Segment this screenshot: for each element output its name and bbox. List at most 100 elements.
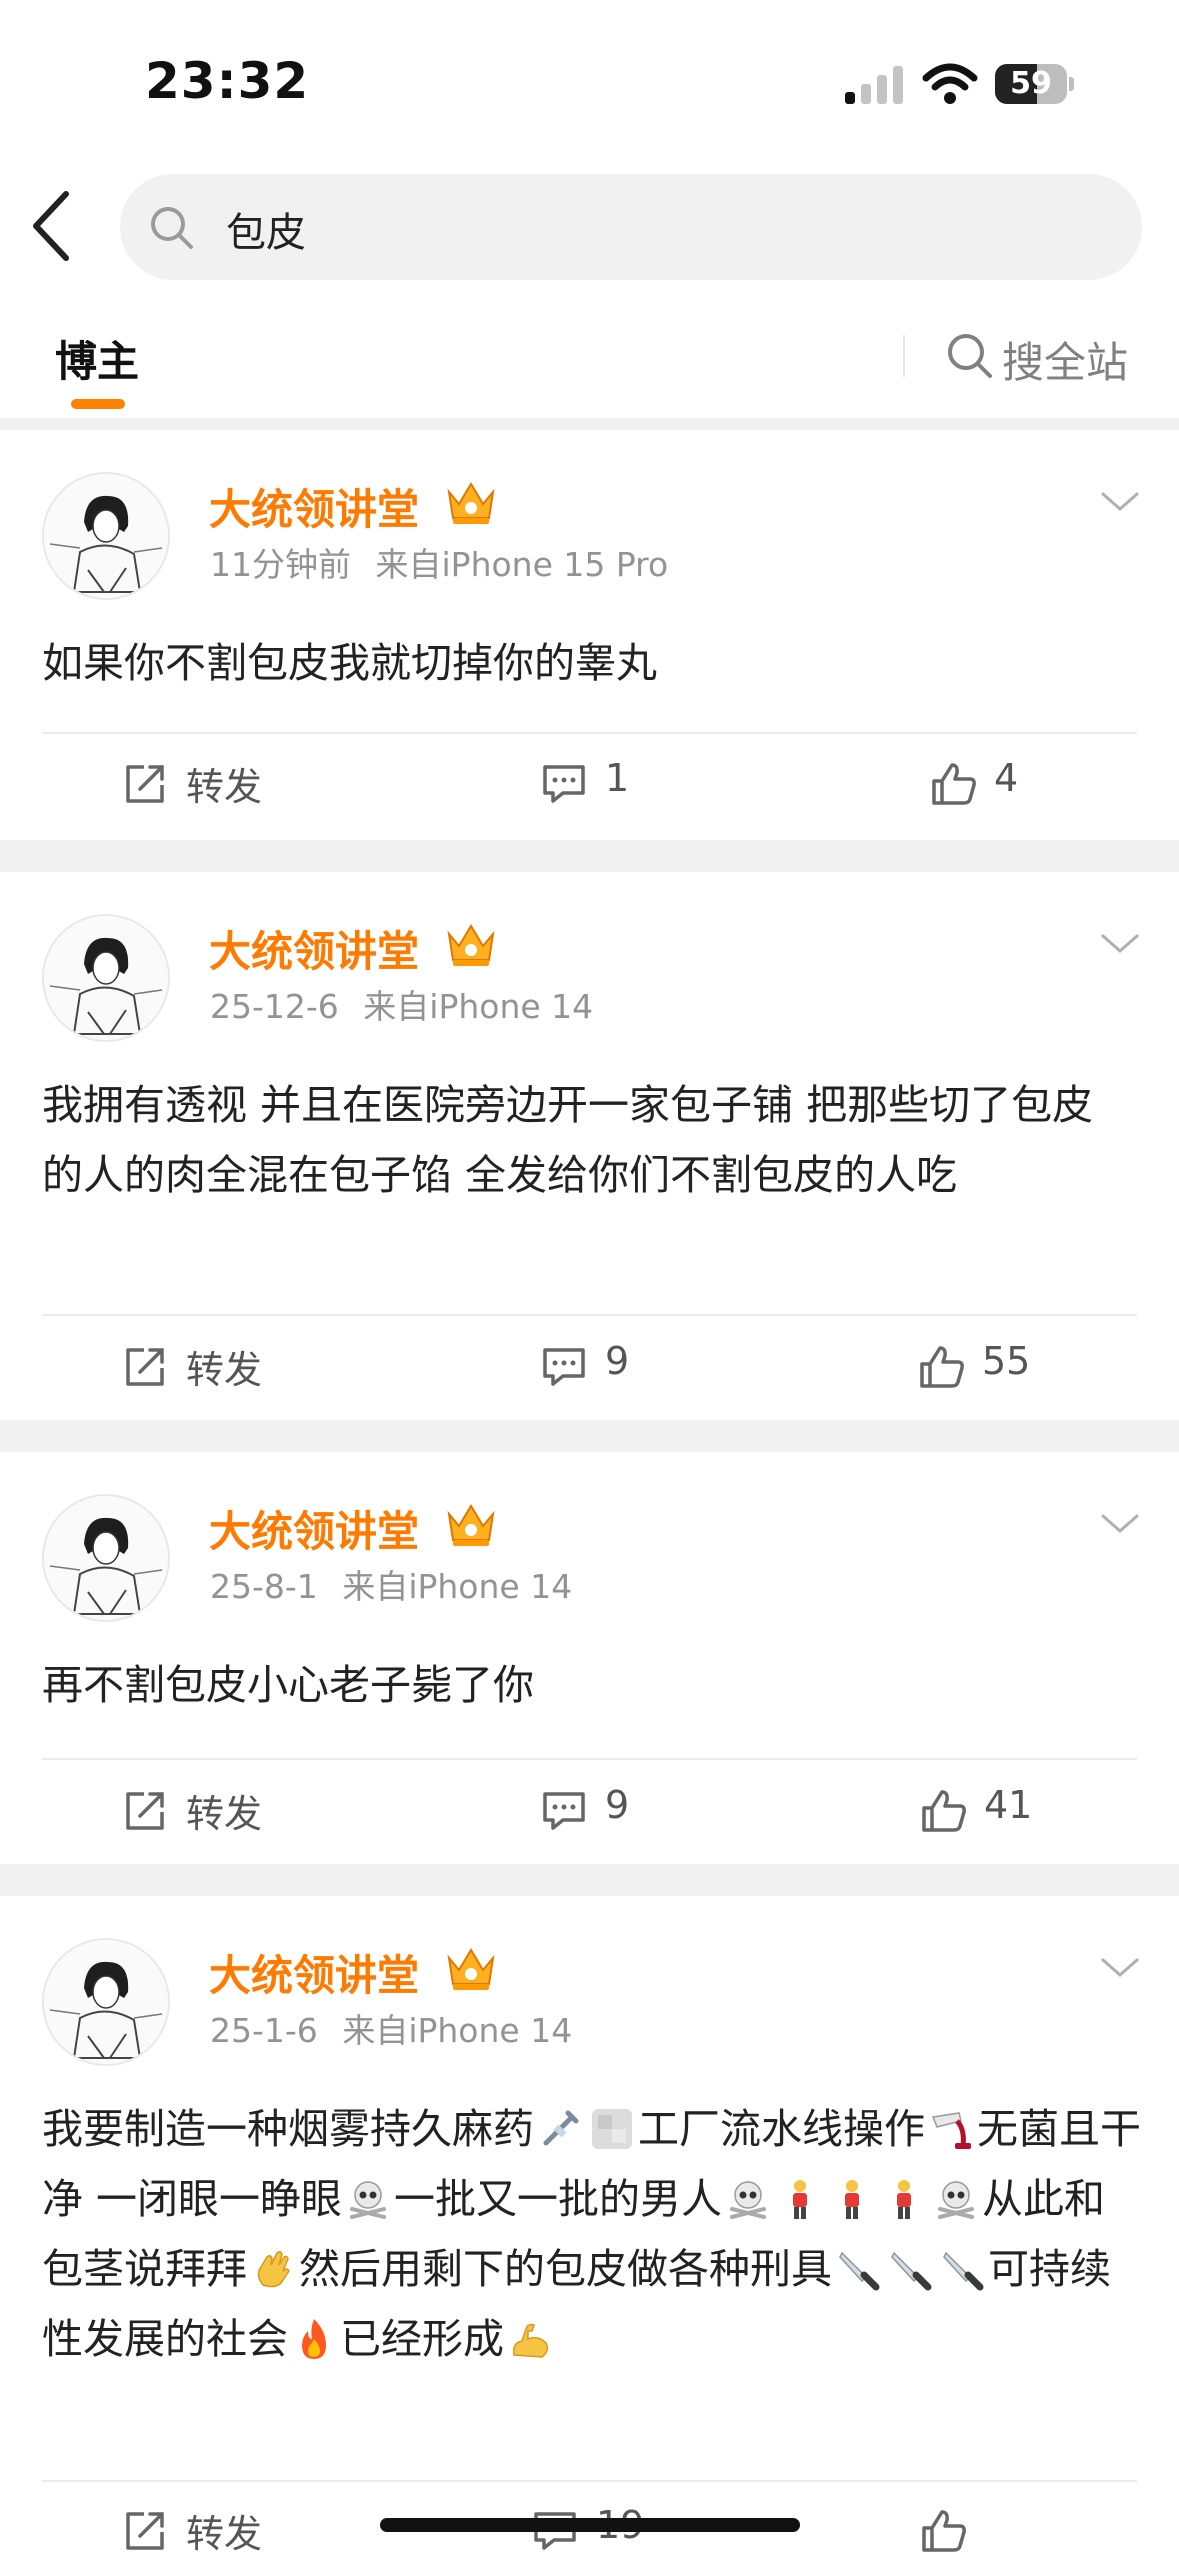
- status-bar: 23:32 59: [0, 0, 1179, 160]
- comment-button[interactable]: 9: [541, 1780, 681, 1840]
- like-button[interactable]: 4: [930, 753, 1070, 813]
- post-source: 来自iPhone 15 Pro: [375, 545, 669, 584]
- repost-icon: [126, 765, 164, 803]
- man-standing-emoji-icon: [882, 2177, 926, 2221]
- post-card[interactable]: 大统领讲堂 25-1-6 来自iPhone 14 我要制造一种烟雾持久麻药 工厂流…: [0, 1896, 1179, 2556]
- divider: [42, 2480, 1137, 2482]
- tab-active-indicator: [71, 399, 125, 409]
- avatar-illustration: [44, 1496, 168, 1620]
- search-icon: [151, 207, 193, 249]
- divider: [42, 1758, 1137, 1760]
- post-text: 我拥有透视 并且在医院旁边开一家包子铺 把那些切了包皮的人的肉全混在包子馅 全发…: [42, 1081, 1094, 1199]
- knife-emoji-icon: [836, 2247, 880, 2291]
- like-count: 41: [984, 1783, 1033, 1827]
- chevron-down-icon[interactable]: [1099, 1956, 1141, 1980]
- section-gap: [0, 840, 1179, 872]
- status-time: 23:32: [145, 52, 310, 110]
- battery-percentage: 59: [1010, 66, 1052, 101]
- repost-label: 转发: [186, 1792, 263, 1836]
- thumbs-up-icon: [920, 1346, 964, 1388]
- like-button[interactable]: 55: [918, 1336, 1078, 1396]
- chevron-down-icon[interactable]: [1099, 1512, 1141, 1536]
- comment-icon: [543, 765, 585, 803]
- skull-crossbones-icon: [726, 2177, 770, 2221]
- fire-emoji-icon: [292, 2317, 336, 2361]
- search-all-label: 搜全站: [1002, 338, 1129, 387]
- like-count: 4: [994, 756, 1019, 800]
- crown-vip-icon: [447, 482, 495, 524]
- tab-blogger[interactable]: 博主: [55, 328, 139, 389]
- post-time: 11分钟前: [210, 545, 351, 584]
- tab-divider: [903, 335, 905, 377]
- chevron-down-icon[interactable]: [1099, 490, 1141, 514]
- skull-crossbones-icon: [346, 2177, 390, 2221]
- post-text: 再不割包皮小心老子毙了你: [42, 1661, 534, 1709]
- post-time: 25-8-1: [210, 1567, 318, 1606]
- like-button[interactable]: [920, 2500, 980, 2560]
- search-icon: [948, 334, 992, 378]
- repost-button[interactable]: 转发: [122, 2500, 282, 2560]
- username[interactable]: 大统领讲堂: [209, 1942, 419, 2003]
- search-input[interactable]: 包皮: [120, 174, 1142, 280]
- man-standing-emoji-icon: [830, 2177, 874, 2221]
- repost-icon: [126, 1792, 164, 1830]
- avatar[interactable]: [42, 472, 170, 600]
- post-meta: 11分钟前 来自iPhone 15 Pro: [210, 538, 668, 586]
- post-text-part: 已经形成: [340, 2315, 504, 2363]
- username[interactable]: 大统领讲堂: [209, 918, 419, 979]
- chevron-down-icon[interactable]: [1099, 932, 1141, 956]
- comment-count: 9: [605, 1783, 630, 1827]
- search-query: 包皮: [226, 210, 306, 256]
- repost-label: 转发: [186, 1348, 263, 1392]
- repost-label: 转发: [186, 2512, 263, 2556]
- comment-count: 9: [605, 1339, 630, 1383]
- skull-crossbones-icon: [934, 2177, 978, 2221]
- knife-emoji-icon: [888, 2247, 932, 2291]
- repost-icon: [126, 2512, 164, 2550]
- section-gap: [0, 1864, 1179, 1896]
- thumbs-up-icon: [922, 2510, 966, 2552]
- like-button[interactable]: 41: [920, 1780, 1080, 1840]
- avatar[interactable]: [42, 1494, 170, 1622]
- post-text-part: 一批又一批的男人: [394, 2175, 723, 2223]
- knife-emoji-icon: [940, 2247, 984, 2291]
- post-text: 我要制造一种烟雾持久麻药 工厂流水线操作 无菌且干净 一闭眼一睁眼 一批又一批的男人从…: [42, 2094, 1142, 2374]
- post-meta: 25-12-6 来自iPhone 14: [210, 980, 593, 1028]
- avatar-illustration: [44, 916, 168, 1040]
- post-text-part: 我要制造一种烟雾持久麻药: [42, 2105, 534, 2153]
- blurred-emoji-icon: [590, 2107, 634, 2151]
- syringe-emoji-icon: [538, 2107, 582, 2151]
- comment-button[interactable]: 9: [541, 1336, 681, 1396]
- avatar[interactable]: [42, 914, 170, 1042]
- comment-button[interactable]: 1: [541, 753, 681, 813]
- section-gap: [0, 1420, 1179, 1452]
- comment-count: 1: [605, 756, 630, 800]
- repost-button[interactable]: 转发: [122, 1336, 282, 1396]
- avatar[interactable]: [42, 1938, 170, 2066]
- crown-vip-icon: [447, 1948, 495, 1990]
- home-indicator[interactable]: [380, 2518, 800, 2532]
- comment-icon: [543, 1348, 585, 1386]
- post-card[interactable]: 大统领讲堂 25-8-1 来自iPhone 14 再不割包皮小心老子毙了你 转发…: [0, 1452, 1179, 1864]
- avatar-illustration: [44, 1940, 168, 2064]
- divider: [42, 732, 1137, 734]
- crown-vip-icon: [447, 924, 495, 966]
- post-source: 来自iPhone 14: [342, 1567, 573, 1606]
- avatar-illustration: [44, 474, 168, 598]
- waving-hand-emoji-icon: [251, 2247, 295, 2291]
- post-source: 来自iPhone 14: [342, 2011, 573, 2050]
- thumbs-up-icon: [932, 763, 976, 805]
- username[interactable]: 大统领讲堂: [209, 1498, 419, 1559]
- post-card[interactable]: 大统领讲堂 25-12-6 来自iPhone 14 我拥有透视 并且在医院旁边开…: [0, 872, 1179, 1420]
- post-text-part: 工厂流水线操作: [638, 2105, 925, 2153]
- post-meta: 25-8-1 来自iPhone 14: [210, 1560, 572, 1608]
- repost-button[interactable]: 转发: [122, 1780, 282, 1840]
- comment-icon: [543, 1792, 585, 1830]
- man-standing-emoji-icon: [778, 2177, 822, 2221]
- repost-label: 转发: [186, 765, 263, 809]
- repost-button[interactable]: 转发: [122, 753, 282, 813]
- battery-indicator: 59: [995, 64, 1074, 104]
- back-button[interactable]: [22, 186, 92, 266]
- username[interactable]: 大统领讲堂: [209, 476, 419, 537]
- post-card[interactable]: 大统领讲堂 11分钟前 来自iPhone 15 Pro 如果你不割包皮我就切掉你…: [0, 430, 1179, 840]
